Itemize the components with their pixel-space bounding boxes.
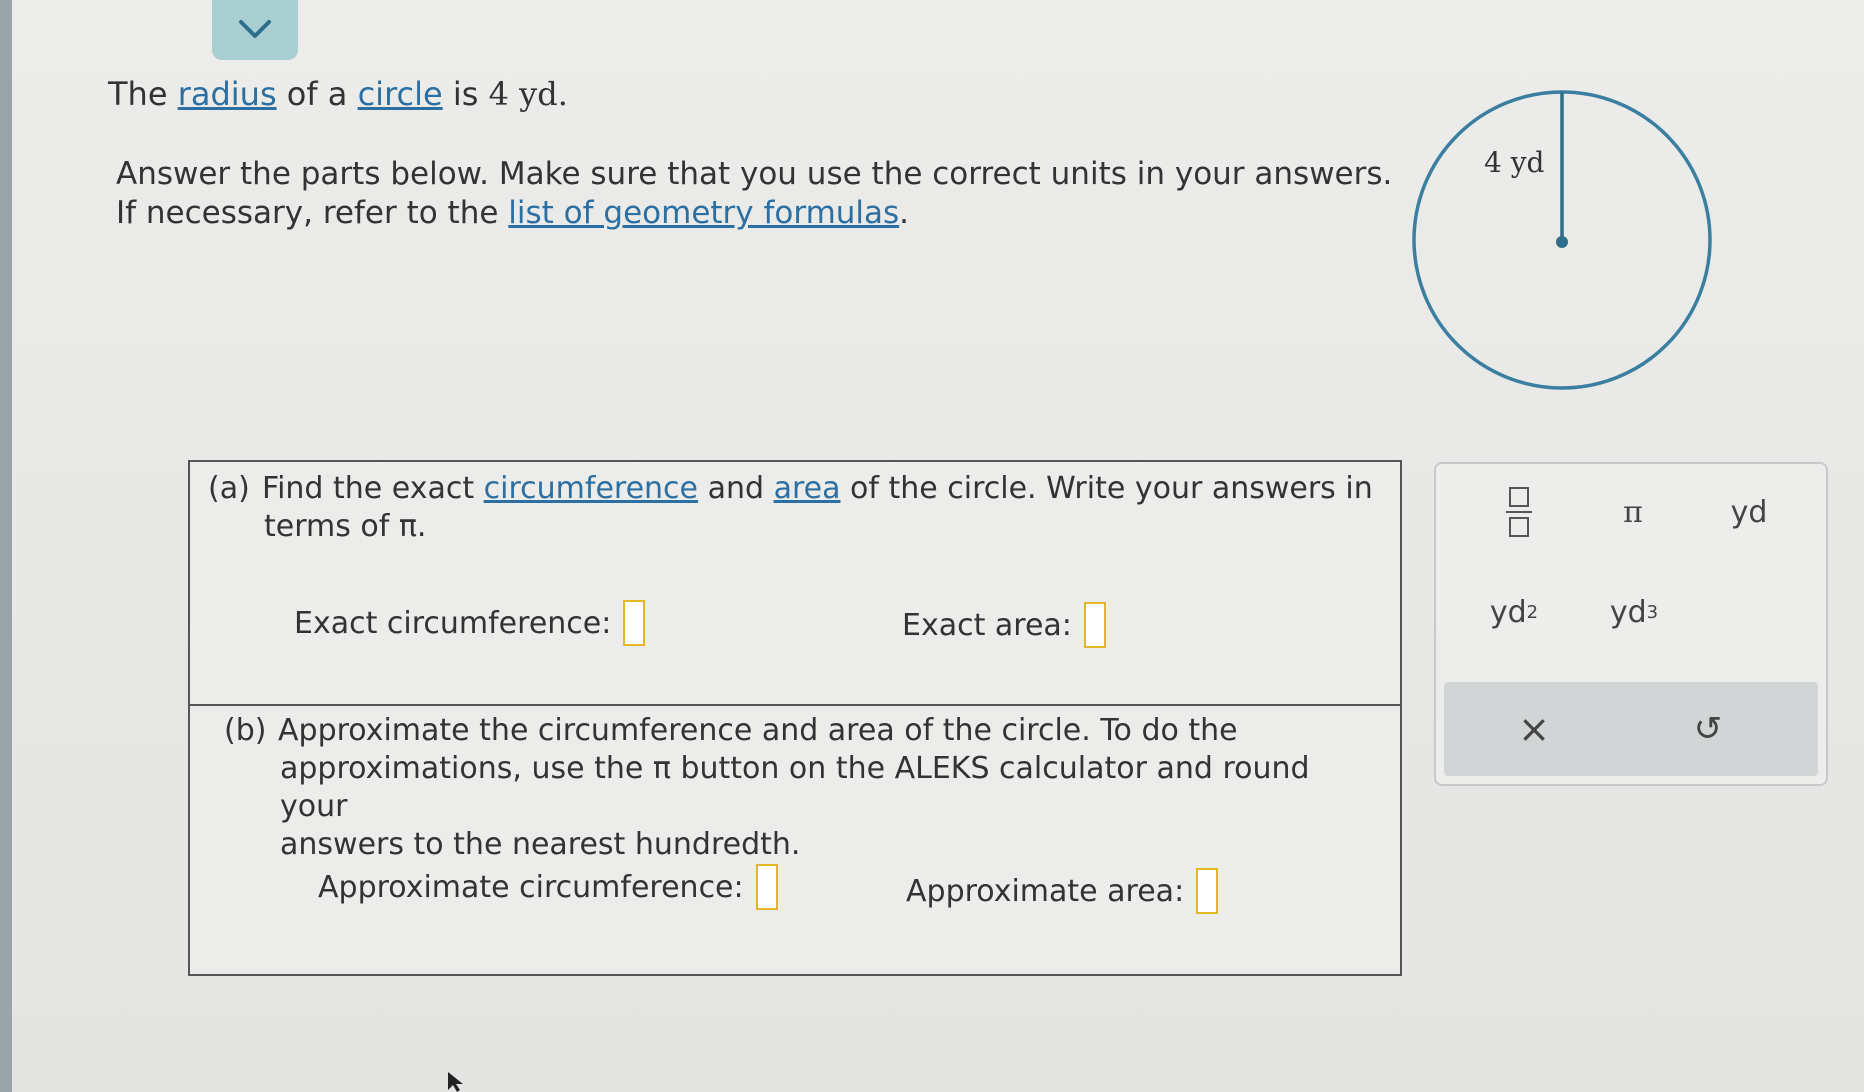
yd-squared-base: yd [1489, 594, 1527, 630]
question-panel: (a) Find the exact circumference and area… [188, 460, 1402, 976]
approx-area-label: Approximate area: [906, 873, 1185, 909]
instructions-line-2-prefix: If necessary, refer to the [116, 195, 499, 231]
part-a-line-2: terms of π. [264, 509, 427, 544]
approx-circumference-label: Approximate circumference: [318, 869, 744, 905]
geometry-formulas-link[interactable]: list of geometry formulas [508, 195, 899, 231]
fraction-icon [1506, 487, 1532, 537]
circumference-link[interactable]: circumference [484, 471, 698, 506]
approx-area-row: Approximate area: [906, 868, 1219, 914]
collapse-tab[interactable] [212, 0, 298, 60]
yd-squared-exponent: 2 [1526, 601, 1539, 623]
clear-button[interactable]: × [1484, 694, 1584, 764]
problem-statement: The radius of a circle is 4 yd. [108, 75, 568, 113]
part-a: (a) Find the exact circumference and area… [190, 462, 1400, 706]
undo-button[interactable]: ↺ [1658, 694, 1758, 764]
center-point [1556, 236, 1568, 248]
instructions-line-1: Answer the parts below. Make sure that y… [116, 156, 1393, 192]
fraction-button[interactable] [1474, 482, 1564, 542]
calculator-keypad: π yd yd 2 yd 3 × ↺ [1434, 462, 1828, 786]
instructions: Answer the parts below. Make sure that y… [116, 155, 1392, 233]
area-link[interactable]: area [774, 471, 841, 506]
left-edge-shade [0, 0, 12, 1092]
part-b: (b) Approximate the circumference and are… [190, 706, 1400, 974]
part-a-label: (a) [208, 471, 250, 506]
part-a-text-rest: of the circle. Write your answers in [850, 471, 1373, 506]
yd-cubed-button[interactable]: yd 3 [1584, 582, 1684, 642]
circle-figure: 4 yd [1412, 90, 1712, 390]
approx-circumference-input[interactable] [755, 864, 778, 910]
part-b-line-1: Approximate the circumference and area o… [278, 713, 1238, 748]
radius-value: 4 yd. [488, 75, 568, 113]
exact-area-label: Exact area: [902, 607, 1072, 643]
approx-area-input[interactable] [1196, 868, 1219, 914]
exact-circumference-input[interactable] [623, 600, 646, 646]
yd-squared-button[interactable]: yd 2 [1464, 582, 1564, 642]
instructions-line-2-suffix: . [899, 195, 910, 231]
part-b-line-2: approximations, use the π button on the … [280, 751, 1310, 824]
yd-cubed-exponent: 3 [1646, 601, 1659, 623]
part-b-label: (b) [224, 713, 267, 748]
exact-area-row: Exact area: [902, 602, 1106, 648]
part-a-question: (a) Find the exact circumference and area… [208, 470, 1378, 546]
exact-circumference-label: Exact circumference: [294, 605, 612, 641]
fraction-denominator-box [1509, 517, 1529, 537]
part-b-question: (b) Approximate the circumference and are… [224, 712, 1374, 864]
approx-circumference-row: Approximate circumference: [318, 864, 778, 910]
part-b-line-3: answers to the nearest hundredth. [280, 827, 801, 862]
circle-link[interactable]: circle [358, 75, 443, 113]
mouse-pointer-icon [448, 1072, 463, 1092]
fraction-bar [1506, 511, 1532, 513]
fraction-numerator-box [1509, 487, 1529, 507]
chevron-down-icon [239, 20, 271, 38]
yd-cubed-base: yd [1609, 594, 1647, 630]
exact-area-input[interactable] [1083, 602, 1106, 648]
pi-button[interactable]: π [1588, 482, 1678, 542]
yd-button[interactable]: yd [1704, 482, 1794, 542]
radius-link[interactable]: radius [178, 75, 277, 113]
page: The radius of a circle is 4 yd. Answer t… [12, 0, 1864, 1092]
instructions-line-2: If necessary, refer to the list of geome… [116, 194, 1392, 233]
intro-prefix: The [108, 75, 168, 113]
intro-is: is [452, 75, 479, 113]
intro-of-a: of a [286, 75, 348, 113]
exact-circumference-row: Exact circumference: [294, 600, 646, 646]
part-a-and: and [707, 471, 765, 506]
radius-label: 4 yd [1484, 146, 1545, 179]
part-a-text-find: Find the exact [262, 471, 475, 506]
keypad-footer: × ↺ [1444, 682, 1818, 776]
